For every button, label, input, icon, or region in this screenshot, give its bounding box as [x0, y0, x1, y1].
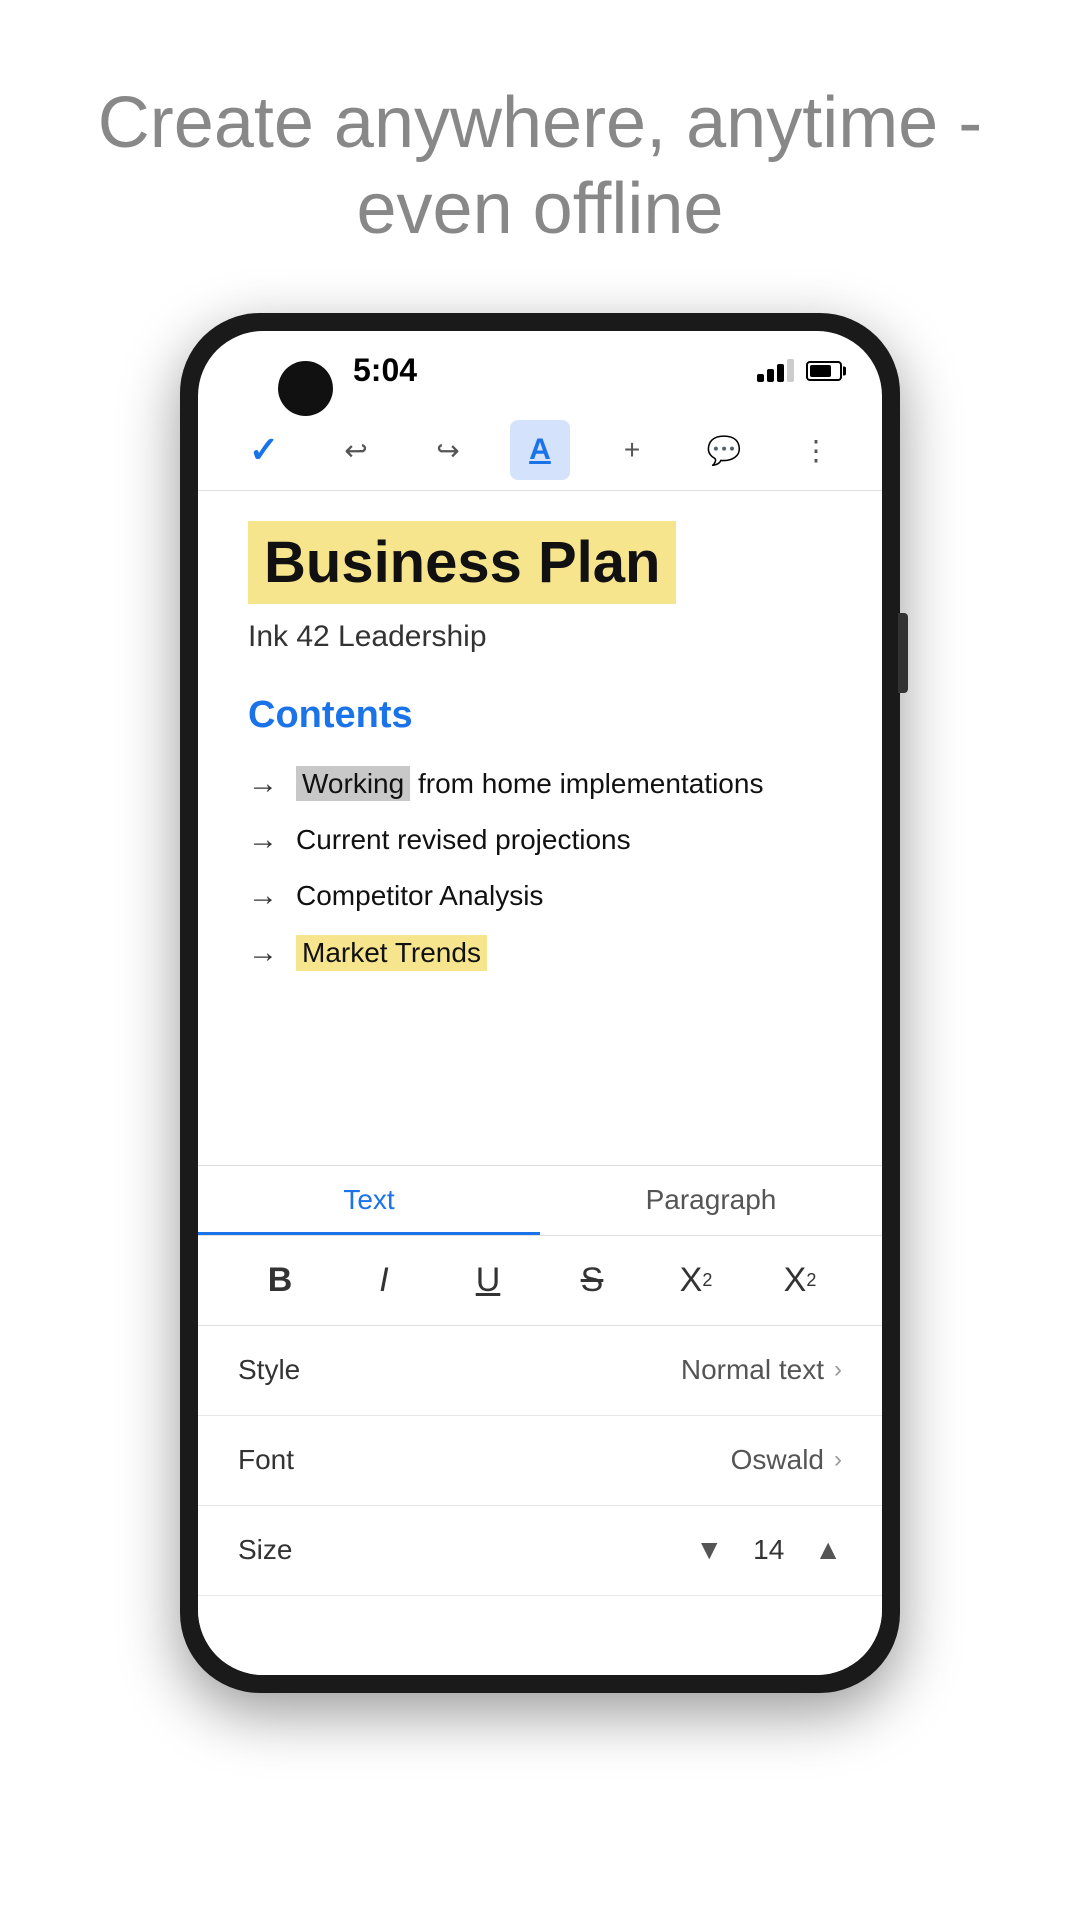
battery-icon [806, 361, 842, 381]
style-label: Style [238, 1354, 300, 1386]
list-item: → Competitor Analysis [248, 879, 832, 913]
undo-button[interactable]: ↩ [326, 420, 386, 480]
list-item: → Current revised projections [248, 823, 832, 857]
more-button[interactable]: ⋮ [786, 420, 846, 480]
status-icons [757, 359, 842, 382]
tab-text[interactable]: Text [198, 1166, 540, 1235]
tab-paragraph[interactable]: Paragraph [540, 1166, 882, 1235]
doc-title-highlight: Business Plan [248, 521, 676, 604]
bold-button[interactable]: B [245, 1250, 315, 1310]
phone-screen: 5:04 ✓ ↩ ↪ [198, 331, 882, 1675]
format-buttons: B I U S X2 X2 [198, 1236, 882, 1326]
arrow-icon: → [248, 879, 278, 913]
font-value[interactable]: Oswald › [731, 1444, 842, 1476]
underline-button[interactable]: U [453, 1250, 523, 1310]
toolbar: ✓ ↩ ↪ A + 💬 ⋮ [198, 411, 882, 491]
text-format-button[interactable]: A [510, 420, 570, 480]
camera-hole [278, 361, 333, 416]
arrow-icon: → [248, 936, 278, 970]
superscript-button[interactable]: X2 [661, 1250, 731, 1310]
list-item: → Market Trends [248, 935, 832, 971]
style-value-text: Normal text [681, 1354, 824, 1386]
signal-icon [757, 359, 794, 382]
size-label: Size [238, 1534, 292, 1566]
status-time: 5:04 [353, 352, 417, 389]
italic-button[interactable]: I [349, 1250, 419, 1310]
arrow-icon: → [248, 823, 278, 857]
size-increase-button[interactable]: ▲ [814, 1534, 842, 1566]
font-row[interactable]: Font Oswald › [198, 1416, 882, 1506]
highlighted-word: Working [296, 766, 410, 801]
list-item: → Working from home implementations [248, 767, 832, 801]
arrow-icon: → [248, 767, 278, 801]
side-button [898, 613, 908, 693]
doc-subtitle: Ink 42 Leadership [248, 620, 832, 654]
bottom-panel: Text Paragraph B I U S X2 X2 Style Norma… [198, 1165, 882, 1675]
battery-fill [810, 365, 831, 377]
size-decrease-button[interactable]: ▼ [695, 1534, 723, 1566]
size-value-text: 14 [753, 1534, 784, 1566]
document-content: Business Plan Ink 42 Leadership Contents… [198, 491, 882, 1165]
panel-tabs: Text Paragraph [198, 1166, 882, 1236]
subscript-button[interactable]: X2 [765, 1250, 835, 1310]
doc-title: Business Plan [264, 530, 660, 595]
phone-frame: 5:04 ✓ ↩ ↪ [180, 313, 900, 1693]
phone-mockup: 5:04 ✓ ↩ ↪ [180, 313, 900, 1693]
font-label: Font [238, 1444, 294, 1476]
strikethrough-button[interactable]: S [557, 1250, 627, 1310]
font-value-text: Oswald [731, 1444, 824, 1476]
doc-heading: Contents [248, 694, 832, 737]
highlighted-market-trends: Market Trends [296, 935, 487, 971]
size-controls: ▼ 14 ▲ [695, 1534, 842, 1566]
check-button[interactable]: ✓ [234, 420, 294, 480]
size-row: Size ▼ 14 ▲ [198, 1506, 882, 1596]
redo-button[interactable]: ↪ [418, 420, 478, 480]
add-button[interactable]: + [602, 420, 662, 480]
style-row[interactable]: Style Normal text › [198, 1326, 882, 1416]
chevron-right-icon: › [834, 1446, 842, 1474]
chevron-right-icon: › [834, 1356, 842, 1384]
hero-headline: Create anywhere, anytime - even offline [0, 80, 1080, 253]
comment-button[interactable]: 💬 [694, 420, 754, 480]
style-value[interactable]: Normal text › [681, 1354, 842, 1386]
